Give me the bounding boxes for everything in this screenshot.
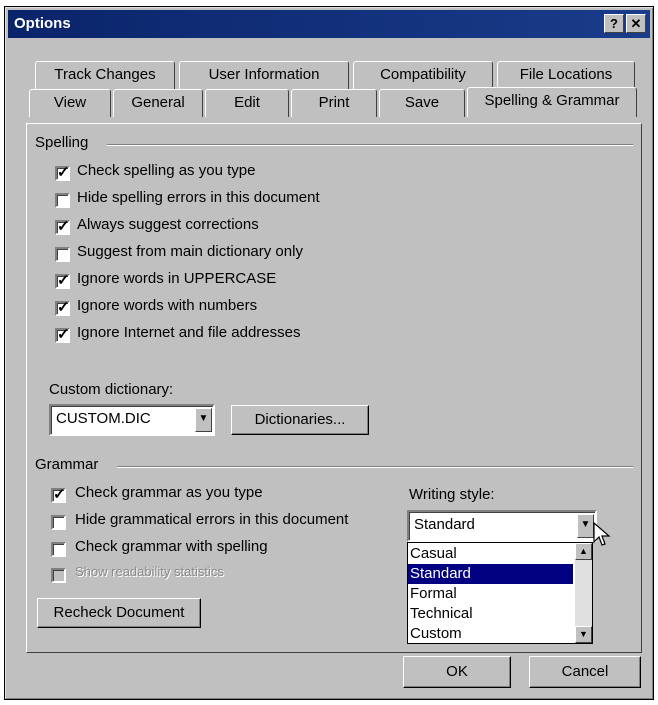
spelling-divider [107, 144, 633, 146]
custom-dictionary-select[interactable]: CUSTOM.DIC ▼ [49, 404, 215, 436]
help-button[interactable]: ? [604, 14, 624, 33]
custom-dictionary-label: Custom dictionary: [49, 381, 174, 398]
mouse-pointer-icon [593, 522, 611, 546]
writing-style-option-custom[interactable]: Custom [408, 624, 573, 644]
always-suggest-corrections-checkbox[interactable] [55, 217, 70, 235]
check-spelling-as-you-type-label[interactable]: Check spelling as you type [77, 162, 255, 179]
suggest-main-dictionary-checkbox[interactable] [55, 247, 70, 262]
grammar-divider [117, 466, 633, 468]
spelling-group-label: Spelling [35, 134, 89, 151]
cancel-button[interactable]: Cancel [529, 656, 641, 688]
hide-grammatical-errors-label[interactable]: Hide grammatical errors in this document [75, 511, 348, 528]
ok-button[interactable]: OK [403, 656, 511, 688]
close-button[interactable]: ✕ [626, 14, 646, 33]
suggest-main-dictionary-label[interactable]: Suggest from main dictionary only [77, 243, 303, 260]
hide-spelling-errors-checkbox[interactable] [55, 193, 70, 208]
ignore-internet-addresses-checkbox[interactable] [55, 325, 70, 343]
writing-style-option-formal[interactable]: Formal [408, 584, 573, 604]
writing-style-value: Standard [414, 516, 475, 533]
writing-style-label: Writing style: [409, 486, 495, 503]
tab-edit[interactable]: Edit [205, 89, 289, 117]
tab-panel: Spelling Check spelling as you type Hide… [26, 123, 642, 653]
tab-track-changes[interactable]: Track Changes [35, 61, 175, 89]
tab-print[interactable]: Print [291, 89, 377, 117]
ignore-uppercase-label[interactable]: Ignore words in UPPERCASE [77, 270, 276, 287]
scroll-up-arrow-icon[interactable]: ▲ [575, 543, 592, 560]
writing-style-dropdown-arrow-icon[interactable]: ▼ [577, 514, 594, 538]
hide-grammatical-errors-checkbox[interactable] [51, 515, 66, 530]
check-spelling-as-you-type-checkbox[interactable] [55, 163, 70, 181]
custom-dictionary-value: CUSTOM.DIC [56, 410, 151, 427]
writing-style-scrollbar[interactable]: ▲ ▼ [575, 543, 592, 643]
tab-save[interactable]: Save [379, 89, 465, 117]
window-title: Options [14, 15, 71, 32]
title-bar[interactable]: Options ? ✕ [8, 10, 650, 38]
writing-style-option-technical[interactable]: Technical [408, 604, 573, 624]
check-grammar-with-spelling-checkbox[interactable] [51, 542, 66, 557]
tab-view[interactable]: View [29, 89, 111, 117]
ignore-internet-addresses-label[interactable]: Ignore Internet and file addresses [77, 324, 300, 341]
ignore-numbers-label[interactable]: Ignore words with numbers [77, 297, 257, 314]
options-dialog: Options ? ✕ Track Changes User Informati… [4, 6, 654, 700]
hide-spelling-errors-label[interactable]: Hide spelling errors in this document [77, 189, 320, 206]
check-grammar-as-you-type-label[interactable]: Check grammar as you type [75, 484, 263, 501]
writing-style-dropdown-list: Casual Standard Formal Technical Custom … [407, 542, 593, 644]
tab-spelling-grammar[interactable]: Spelling & Grammar [467, 87, 637, 117]
check-grammar-as-you-type-checkbox[interactable] [51, 485, 66, 503]
show-readability-statistics-checkbox [51, 568, 66, 583]
always-suggest-corrections-label[interactable]: Always suggest corrections [77, 216, 259, 233]
writing-style-option-standard[interactable]: Standard [408, 564, 573, 584]
tab-general[interactable]: General [113, 89, 203, 117]
check-grammar-with-spelling-label[interactable]: Check grammar with spelling [75, 538, 268, 555]
grammar-group-label: Grammar [35, 456, 99, 473]
custom-dictionary-dropdown-arrow-icon[interactable]: ▼ [195, 408, 212, 432]
tab-compatibility[interactable]: Compatibility [353, 61, 493, 89]
scroll-down-arrow-icon[interactable]: ▼ [575, 626, 592, 643]
writing-style-select[interactable]: Standard ▼ [407, 510, 597, 542]
dictionaries-button[interactable]: Dictionaries... [231, 405, 369, 435]
tab-user-information[interactable]: User Information [179, 61, 349, 89]
recheck-document-button[interactable]: Recheck Document [37, 598, 201, 628]
tab-file-locations[interactable]: File Locations [497, 61, 635, 89]
ignore-uppercase-checkbox[interactable] [55, 271, 70, 289]
show-readability-statistics-label: Show readability statistics [75, 564, 224, 579]
writing-style-option-casual[interactable]: Casual [408, 544, 573, 564]
ignore-numbers-checkbox[interactable] [55, 298, 70, 316]
